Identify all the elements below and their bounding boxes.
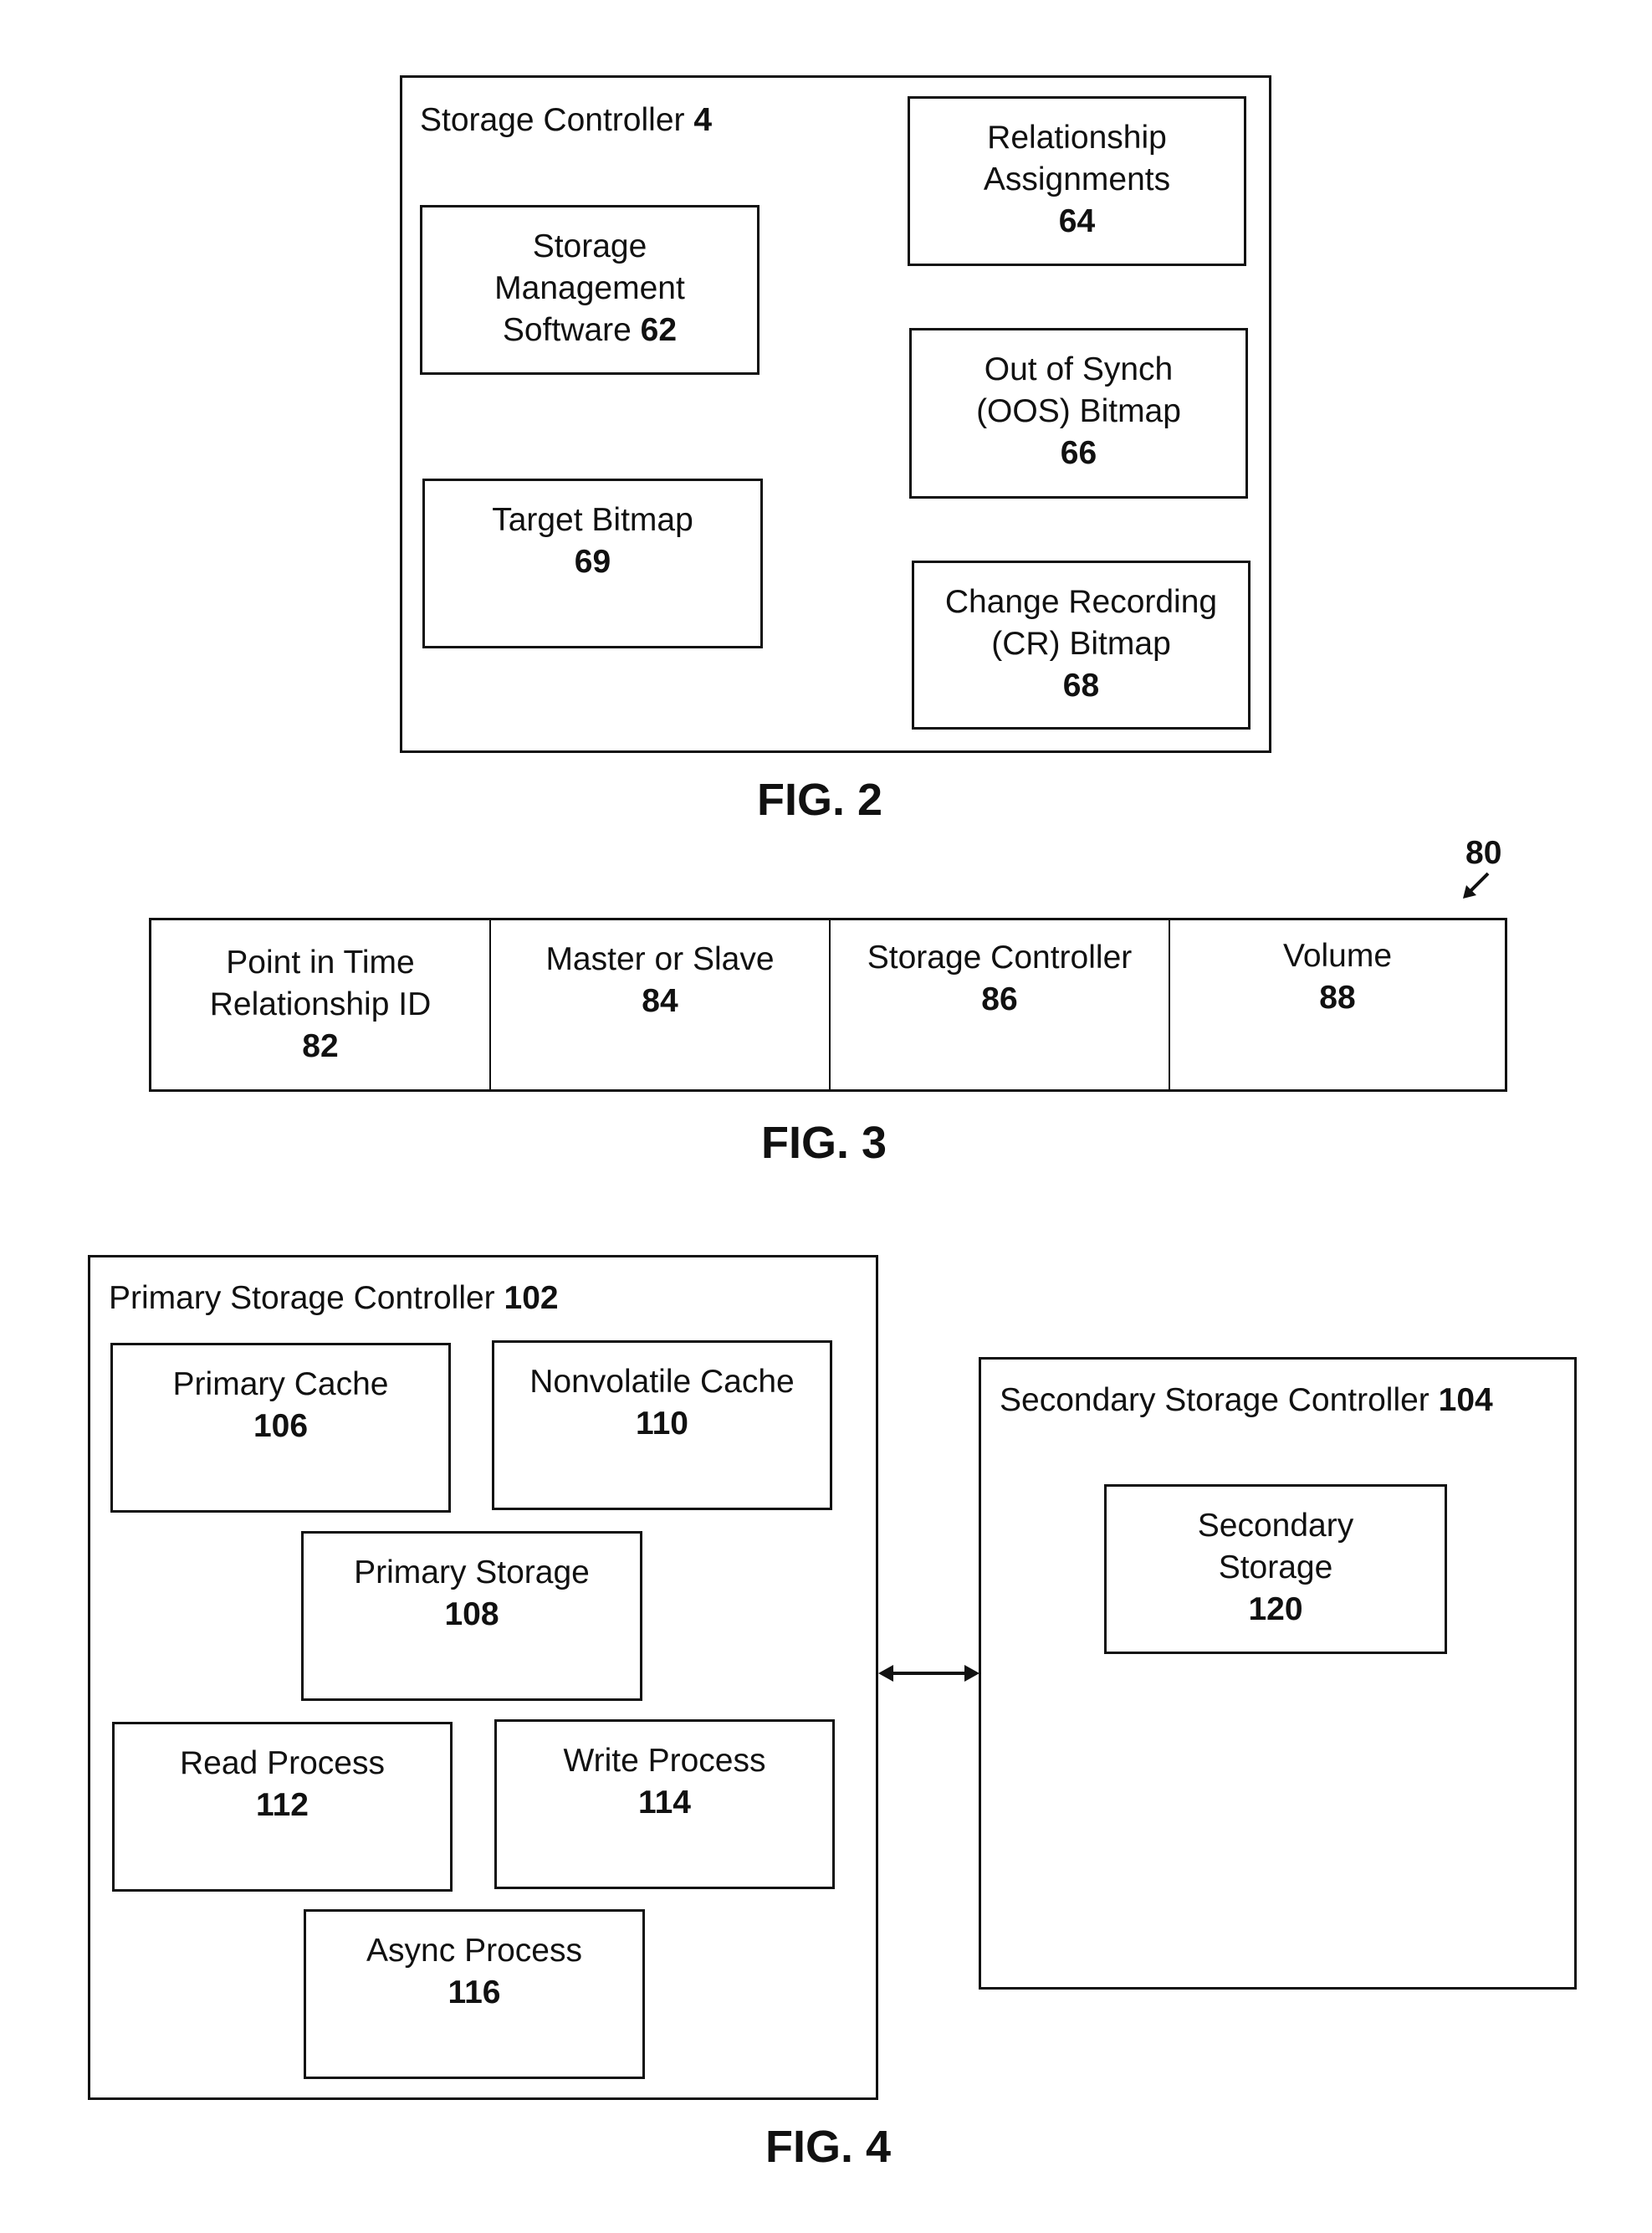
field-ref: 88 <box>1319 980 1356 1016</box>
box-line: Change Recording <box>944 584 1218 620</box>
box-ref: 68 <box>1062 668 1100 704</box>
fig3-caption: FIG. 3 <box>761 1118 887 1168</box>
nonvolatile-cache-box: Nonvolatile Cache 110 <box>492 1340 832 1510</box>
box-line: Management <box>494 270 685 306</box>
field-relationship-id: Point in Time Relationship ID 82 <box>151 920 491 1089</box>
box-ref: 110 <box>636 1406 688 1442</box>
async-process-box: Async Process 116 <box>304 1909 645 2079</box>
primary-cache-box: Primary Cache 106 <box>110 1343 451 1513</box>
box-ref: 108 <box>444 1596 499 1632</box>
storage-management-software-box: Storage Management Software 62 <box>420 205 760 375</box>
box-line: Software <box>502 312 632 348</box>
secondary-storage-box: Secondary Storage 120 <box>1104 1484 1447 1654</box>
box-ref: 114 <box>638 1785 691 1821</box>
box-label: Async Process <box>366 1933 582 1969</box>
storage-controller-ref: 4 <box>693 102 713 138</box>
fig4-caption: FIG. 4 <box>765 2122 892 2172</box>
box-label: Nonvolatile Cache <box>529 1364 795 1400</box>
secondary-storage-controller-title: Secondary Storage Controller 104 <box>1000 1382 1493 1419</box>
box-label: Storage <box>1218 1549 1333 1585</box>
field-label: Relationship ID <box>209 986 432 1022</box>
secondary-controller-label: Secondary Storage Controller <box>1000 1382 1430 1418</box>
secondary-controller-ref: 104 <box>1438 1382 1493 1418</box>
primary-controller-label: Primary Storage Controller <box>109 1280 495 1316</box>
read-process-box: Read Process 112 <box>112 1722 453 1892</box>
field-ref: 86 <box>981 981 1018 1017</box>
box-ref: 64 <box>1058 203 1096 239</box>
box-ref: 66 <box>1060 435 1097 471</box>
field-volume: Volume 88 <box>1170 920 1505 1089</box>
primary-storage-box: Primary Storage 108 <box>301 1531 642 1701</box>
field-label: Storage Controller <box>867 940 1133 976</box>
write-process-box: Write Process 114 <box>494 1719 835 1889</box>
primary-storage-controller-title: Primary Storage Controller 102 <box>109 1280 559 1317</box>
box-label: Secondary <box>1197 1508 1354 1544</box>
primary-controller-ref: 102 <box>504 1280 559 1316</box>
box-ref: 116 <box>448 1974 501 2010</box>
box-line: Out of Synch <box>984 351 1174 387</box>
box-line: Storage <box>532 228 647 264</box>
bidirectional-arrow-icon <box>878 1665 979 1682</box>
cr-bitmap-box: Change Recording (CR) Bitmap 68 <box>912 561 1251 730</box>
relationship-record: Point in Time Relationship ID 82 Master … <box>149 918 1507 1092</box>
field-storage-controller: Storage Controller 86 <box>831 920 1170 1089</box>
box-ref: 120 <box>1248 1591 1303 1627</box>
field-label: Master or Slave <box>545 941 775 977</box>
oos-bitmap-box: Out of Synch (OOS) Bitmap 66 <box>909 328 1248 499</box>
fig3-ref: 80 <box>1465 835 1502 871</box>
field-ref: 84 <box>642 983 678 1019</box>
box-label: Read Process <box>180 1745 385 1781</box>
field-label: Point in Time <box>226 945 415 981</box>
box-label: Primary Cache <box>172 1366 389 1402</box>
box-label: Write Process <box>563 1743 766 1779</box>
storage-controller-label: Storage Controller <box>420 102 685 138</box>
box-line: Assignments <box>983 161 1171 197</box>
storage-controller-title: Storage Controller 4 <box>420 102 712 139</box>
box-line: Relationship <box>987 120 1167 156</box>
field-ref: 82 <box>302 1028 339 1064</box>
fig2-caption: FIG. 2 <box>757 775 883 825</box>
secondary-storage-controller-box <box>979 1357 1577 1990</box>
box-ref: 69 <box>574 544 611 580</box>
box-ref: 106 <box>253 1408 309 1444</box>
box-ref: 62 <box>640 312 678 348</box>
box-line: Target Bitmap <box>492 502 693 538</box>
field-label: Volume <box>1282 938 1393 974</box>
box-ref: 112 <box>256 1787 309 1823</box>
box-line: (OOS) Bitmap <box>976 393 1181 429</box>
fig3-ref-arrow-icon <box>1463 872 1490 899</box>
box-line: (CR) Bitmap <box>991 626 1171 662</box>
relationship-assignments-box: Relationship Assignments 64 <box>908 96 1246 266</box>
box-label: Primary Storage <box>354 1554 590 1590</box>
field-master-or-slave: Master or Slave 84 <box>491 920 831 1089</box>
target-bitmap-box: Target Bitmap 69 <box>422 479 763 648</box>
